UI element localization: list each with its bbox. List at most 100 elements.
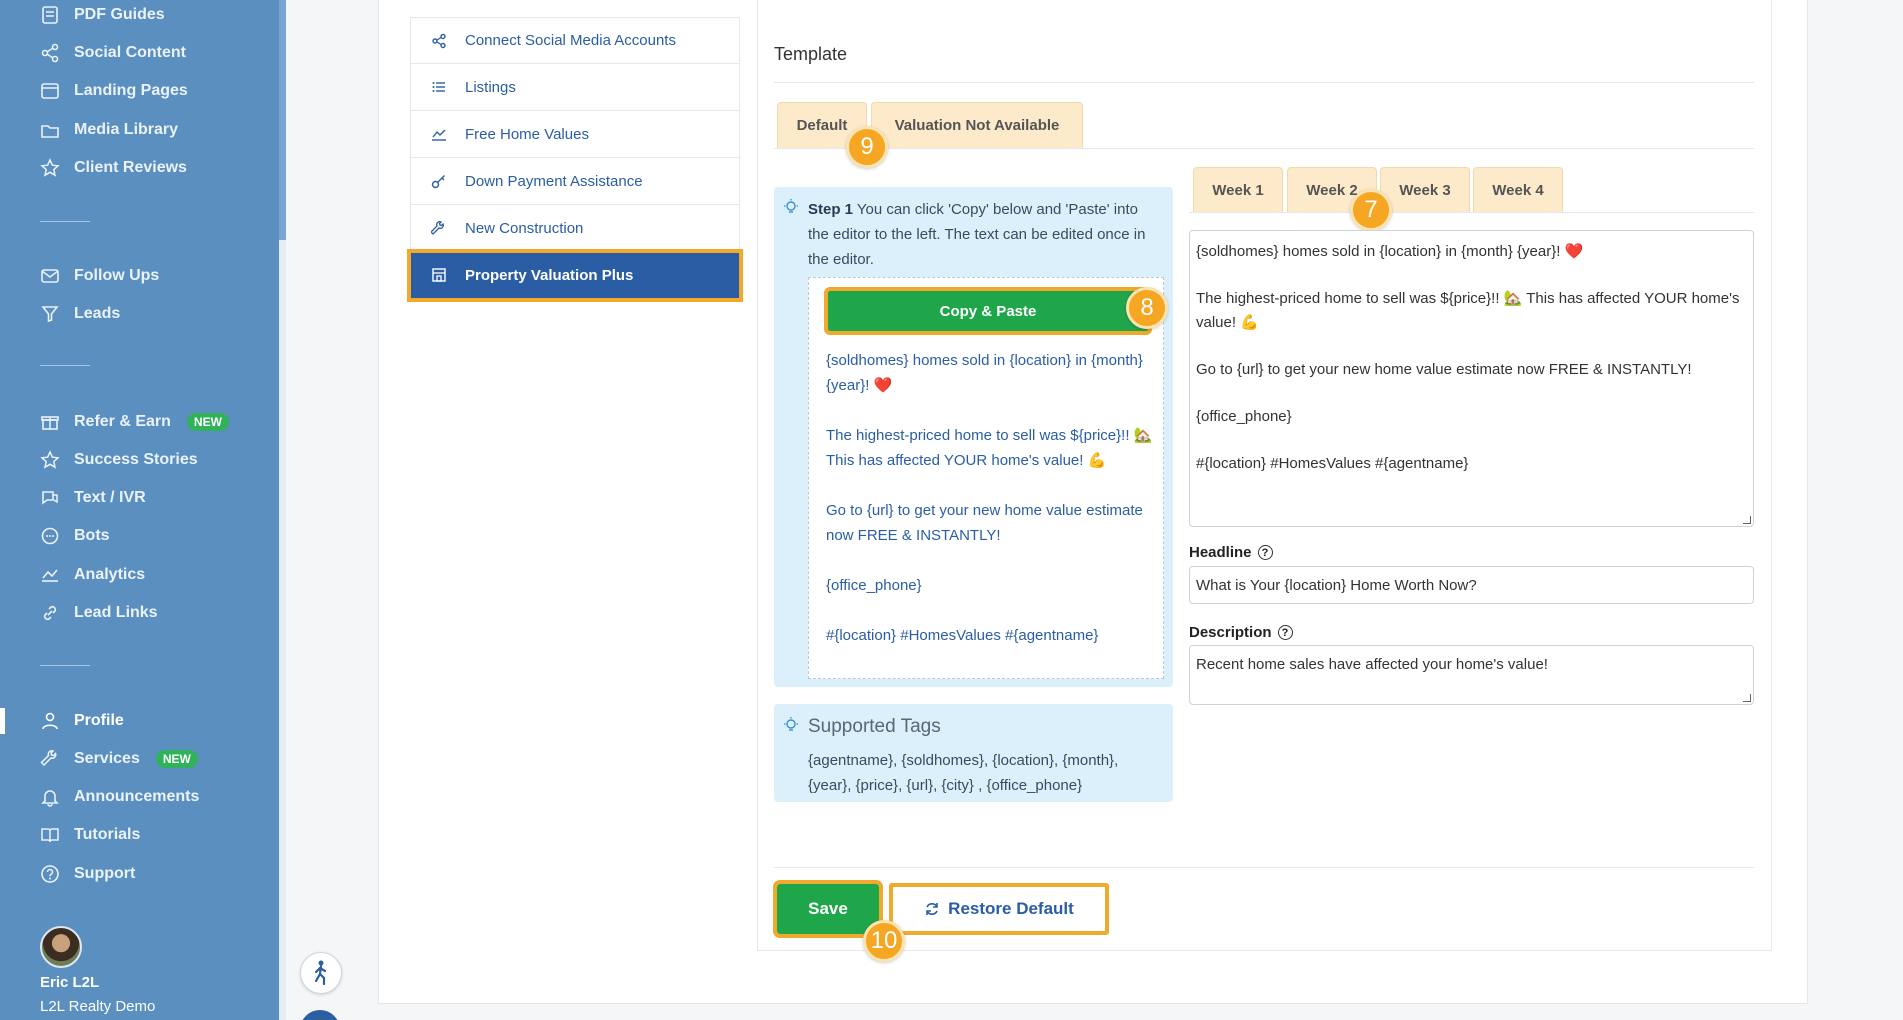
active-indicator bbox=[0, 708, 5, 734]
editor-line: The highest-priced home to sell was ${pr… bbox=[1196, 290, 1740, 331]
chat-icon bbox=[42, 491, 58, 505]
tab-week-1[interactable]: Week 1 bbox=[1193, 167, 1283, 213]
sidebar-item-text-ivr[interactable]: Text / IVR bbox=[40, 483, 146, 513]
sidebar-item-client-reviews[interactable]: Client Reviews bbox=[40, 153, 187, 183]
description-label: Description ? bbox=[1189, 624, 1293, 641]
sidebar-item-support[interactable]: Support bbox=[40, 859, 135, 889]
submenu-item-listings[interactable]: Listings bbox=[410, 64, 740, 111]
submenu-item-free-home-values[interactable]: Free Home Values bbox=[410, 111, 740, 158]
key-icon bbox=[431, 175, 445, 189]
sidebar-item-leads[interactable]: Leads bbox=[40, 299, 120, 329]
copy-paste-button[interactable]: Copy & Paste bbox=[824, 287, 1152, 335]
pdf-icon bbox=[42, 6, 58, 24]
sidebar-item-label: Lead Links bbox=[74, 604, 158, 621]
step-text: You can click 'Copy' below and 'Paste' i… bbox=[808, 201, 1146, 268]
sidebar-item-label: PDF Guides bbox=[74, 6, 165, 23]
bell-icon bbox=[41, 790, 59, 807]
resize-handle[interactable] bbox=[1743, 516, 1751, 524]
star-icon bbox=[40, 450, 60, 469]
sidebar-item-follow-ups[interactable]: Follow Ups bbox=[40, 261, 159, 291]
submenu-item-connect-social[interactable]: Connect Social Media Accounts bbox=[410, 17, 740, 64]
book-icon bbox=[41, 828, 59, 843]
sidebar-item-lead-links[interactable]: Lead Links bbox=[40, 598, 158, 628]
tab-week-3[interactable]: Week 3 bbox=[1380, 167, 1470, 213]
divider bbox=[1771, 0, 1772, 950]
sidebar-item-pdf-guides[interactable]: PDF Guides bbox=[40, 0, 165, 30]
editor-line: {soldhomes} homes sold in {location} in … bbox=[1196, 243, 1584, 260]
sidebar-item-label: Refer & Earn bbox=[74, 413, 171, 430]
headline-label: Headline ? bbox=[1189, 544, 1273, 561]
submenu-item-label: Connect Social Media Accounts bbox=[465, 32, 676, 49]
avatar[interactable] bbox=[40, 926, 82, 968]
sidebar-item-refer-earn[interactable]: Refer & Earn NEW bbox=[40, 407, 229, 437]
help-icon[interactable]: ? bbox=[1277, 625, 1293, 640]
link-icon bbox=[43, 605, 57, 621]
sidebar-item-landing-pages[interactable]: Landing Pages bbox=[40, 76, 188, 106]
restore-default-label: Restore Default bbox=[948, 899, 1074, 918]
refresh-icon bbox=[926, 903, 938, 915]
sidebar-item-social-content[interactable]: Social Content bbox=[40, 38, 186, 68]
sidebar-item-label: Social Content bbox=[74, 44, 187, 61]
user-org: L2L Realty Demo bbox=[40, 998, 156, 1015]
chat-bubble-button[interactable] bbox=[300, 1010, 340, 1020]
user-name: Eric L2L bbox=[40, 974, 100, 991]
submenu-item-label: Free Home Values bbox=[465, 125, 589, 143]
resize-handle[interactable] bbox=[1743, 694, 1751, 702]
building-icon bbox=[432, 268, 446, 282]
sidebar-divider bbox=[40, 365, 90, 366]
sidebar-scrollbar[interactable] bbox=[279, 0, 286, 1020]
page-title: Template bbox=[774, 44, 848, 64]
step-marker-10: 10 bbox=[863, 920, 905, 962]
share-icon bbox=[432, 33, 446, 48]
sidebar-item-profile[interactable]: Profile bbox=[40, 706, 124, 736]
step-label: Step 1 bbox=[808, 201, 854, 218]
sidebar-item-bots[interactable]: Bots bbox=[40, 521, 110, 551]
sidebar-item-tutorials[interactable]: Tutorials bbox=[40, 820, 140, 850]
sidebar-item-services[interactable]: Services NEW bbox=[40, 744, 198, 774]
submenu-item-down-payment[interactable]: Down Payment Assistance bbox=[410, 158, 740, 205]
sidebar: PDF Guides Social Content Landing Pages … bbox=[0, 0, 286, 1020]
post-editor[interactable]: {soldhomes} homes sold in {location} in … bbox=[1189, 230, 1754, 527]
sidebar-item-label: Landing Pages bbox=[74, 82, 188, 99]
sidebar-item-announcements[interactable]: Announcements bbox=[40, 782, 199, 812]
wrench-icon bbox=[40, 750, 57, 767]
sidebar-item-label: Leads bbox=[74, 305, 121, 322]
tab-week-4[interactable]: Week 4 bbox=[1473, 167, 1563, 213]
sidebar-item-success-stories[interactable]: Success Stories bbox=[40, 445, 198, 475]
accessibility-button[interactable] bbox=[300, 952, 342, 994]
sidebar-item-label: Tutorials bbox=[74, 826, 141, 843]
copy-preview-text: {soldhomes} homes sold in {location} in … bbox=[826, 348, 1156, 673]
lightbulb-icon bbox=[784, 199, 798, 213]
tab-valuation-not-available[interactable]: Valuation Not Available bbox=[871, 102, 1083, 148]
sidebar-item-label: Profile bbox=[74, 712, 124, 729]
description-textarea[interactable]: Recent home sales have affected your hom… bbox=[1189, 645, 1754, 705]
preview-line: #{location} #HomesValues #{agentname} bbox=[826, 627, 1099, 644]
star-icon bbox=[40, 158, 60, 177]
submenu-item-label: Listings bbox=[465, 78, 516, 96]
submenu-item-property-valuation-plus[interactable]: Property Valuation Plus bbox=[407, 249, 743, 302]
user-icon bbox=[42, 712, 58, 730]
save-button[interactable]: Save bbox=[773, 880, 883, 938]
scrollbar-thumb[interactable] bbox=[279, 240, 286, 1020]
restore-default-button[interactable]: Restore Default bbox=[889, 883, 1109, 935]
headline-input[interactable] bbox=[1189, 566, 1754, 604]
submenu-item-label: Down Payment Assistance bbox=[465, 172, 643, 190]
help-icon[interactable]: ? bbox=[1257, 545, 1273, 560]
step-marker-9: 9 bbox=[846, 126, 888, 168]
accessibility-icon bbox=[314, 960, 327, 986]
editor-line: #{location} #HomesValues #{agentname} bbox=[1196, 455, 1469, 472]
divider bbox=[757, 950, 1772, 951]
submenu-item-new-construction[interactable]: New Construction bbox=[410, 205, 740, 252]
sidebar-item-media-library[interactable]: Media Library bbox=[40, 115, 178, 145]
chart-icon bbox=[432, 129, 446, 141]
sidebar-item-label: Text / IVR bbox=[74, 489, 146, 506]
bot-icon bbox=[41, 527, 59, 545]
headline-label-text: Headline bbox=[1189, 544, 1252, 561]
tools-icon bbox=[431, 221, 444, 235]
settings-submenu: Connect Social Media Accounts Listings F… bbox=[407, 17, 743, 302]
sidebar-item-analytics[interactable]: Analytics bbox=[40, 560, 145, 590]
new-badge: NEW bbox=[155, 750, 198, 768]
preview-line: {soldhomes} homes sold in {location} in … bbox=[826, 352, 1143, 394]
sidebar-item-label: Success Stories bbox=[74, 451, 198, 468]
sidebar-item-label: Media Library bbox=[74, 121, 179, 138]
